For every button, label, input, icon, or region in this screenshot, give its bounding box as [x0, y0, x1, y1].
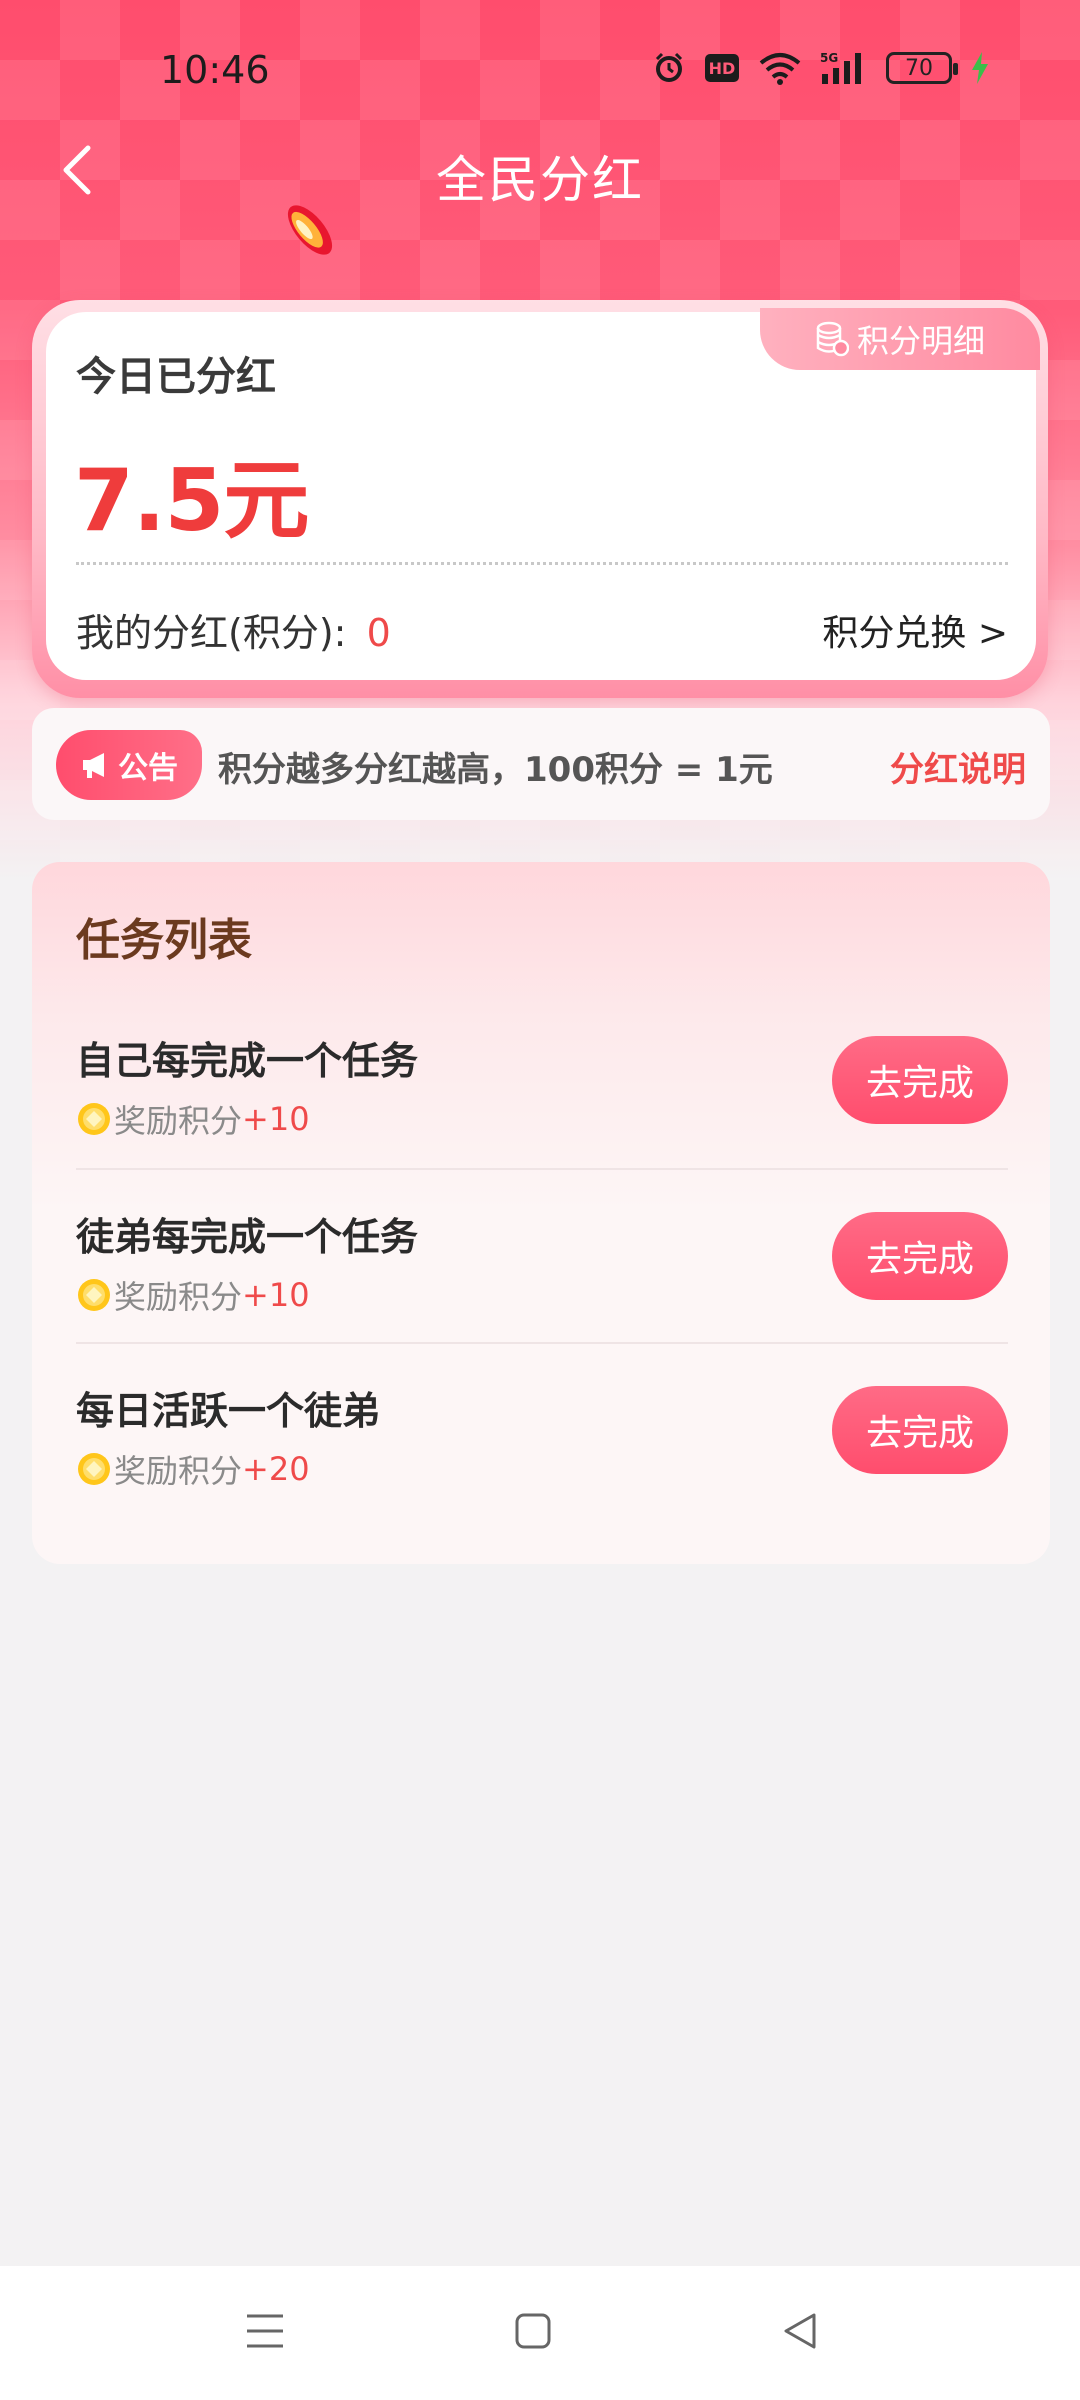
- home-button[interactable]: [493, 2296, 573, 2366]
- go-complete-button[interactable]: 去完成: [832, 1386, 1008, 1474]
- status-bar: 10:46 HD 5G 70: [0, 0, 1080, 140]
- announcement-tag-label: 公告: [118, 751, 178, 786]
- reward-points: +10: [242, 1100, 310, 1138]
- megaphone-icon: [83, 753, 104, 778]
- reward-points: +20: [242, 1450, 310, 1488]
- back-nav-button[interactable]: [760, 2296, 840, 2366]
- points-detail-label: 积分明细: [856, 322, 985, 360]
- coin-icon: [78, 1453, 110, 1485]
- dividend-rules-link[interactable]: 分红说明: [890, 742, 1026, 791]
- hd-icon: HD: [704, 53, 740, 83]
- wifi-icon: [758, 51, 802, 85]
- reward-points: +10: [242, 1276, 310, 1314]
- charging-icon: [970, 51, 990, 85]
- red-envelope-coin-decoration: [287, 205, 333, 255]
- svg-text:HD: HD: [709, 59, 736, 78]
- task-row: 自己每完成一个任务 奖励积分 +10 去完成: [76, 994, 1008, 1168]
- coin-icon: [78, 1279, 110, 1311]
- task-list-title: 任务列表: [76, 915, 252, 966]
- task-reward: 奖励积分 +20: [76, 1446, 310, 1492]
- go-complete-button[interactable]: 去完成: [832, 1212, 1008, 1300]
- coin-stack-icon: [816, 321, 849, 357]
- menu-icon: [247, 2314, 283, 2348]
- battery-icon: 70: [886, 52, 958, 84]
- announcement-text: 积分越多分红越高，100积分 = 1元: [218, 750, 773, 790]
- my-points-label: 我的分红(积分):: [76, 611, 347, 655]
- task-reward: 奖励积分 +10: [76, 1096, 310, 1142]
- svg-text:5G: 5G: [820, 51, 838, 65]
- page: 10:46 HD 5G 70 全民分红 积分明细 今日已分红 7.5元 我的分红…: [0, 0, 1080, 2400]
- points-detail-button[interactable]: 积分明细: [760, 308, 1040, 370]
- signal-5g-icon: 5G: [820, 50, 868, 86]
- task-reward: 奖励积分 +10: [76, 1272, 310, 1318]
- page-title: 全民分红: [436, 151, 644, 209]
- today-dividend-amount: 7.5元: [74, 451, 309, 551]
- back-triangle-icon: [784, 2313, 816, 2349]
- menu-button[interactable]: [225, 2296, 305, 2366]
- points-exchange-link[interactable]: 积分兑换 >: [822, 604, 1008, 656]
- reward-label: 奖励积分: [114, 1278, 243, 1316]
- home-square-icon: [515, 2313, 551, 2349]
- task-row: 每日活跃一个徒弟 奖励积分 +20 去完成: [76, 1342, 1008, 1516]
- task-name: 自己每完成一个任务: [76, 1039, 419, 1083]
- status-time: 10:46: [160, 48, 270, 92]
- battery-level: 70: [905, 55, 933, 81]
- task-name: 徒弟每完成一个任务: [76, 1215, 419, 1259]
- announcement-tag: 公告: [56, 730, 202, 800]
- go-complete-button[interactable]: 去完成: [832, 1036, 1008, 1124]
- task-list: 任务列表 自己每完成一个任务 奖励积分 +10 去完成 徒弟每完成一个任务 奖励积…: [32, 862, 1050, 1564]
- today-dividend-label: 今日已分红: [76, 354, 276, 400]
- system-nav-bar: [0, 2266, 1080, 2400]
- my-points: 我的分红(积分): 0: [76, 602, 391, 657]
- card-divider: [76, 562, 1008, 565]
- status-icons: HD 5G 70: [652, 50, 990, 86]
- task-row: 徒弟每完成一个任务 奖励积分 +10 去完成: [76, 1168, 1008, 1342]
- task-name: 每日活跃一个徒弟: [76, 1389, 381, 1433]
- alarm-icon: [652, 51, 686, 85]
- reward-label: 奖励积分: [114, 1102, 243, 1140]
- reward-label: 奖励积分: [114, 1452, 243, 1490]
- announcement-bar: 公告 积分越多分红越高，100积分 = 1元 分红说明: [32, 708, 1050, 820]
- my-points-value: 0: [366, 611, 391, 655]
- coin-icon: [78, 1103, 110, 1135]
